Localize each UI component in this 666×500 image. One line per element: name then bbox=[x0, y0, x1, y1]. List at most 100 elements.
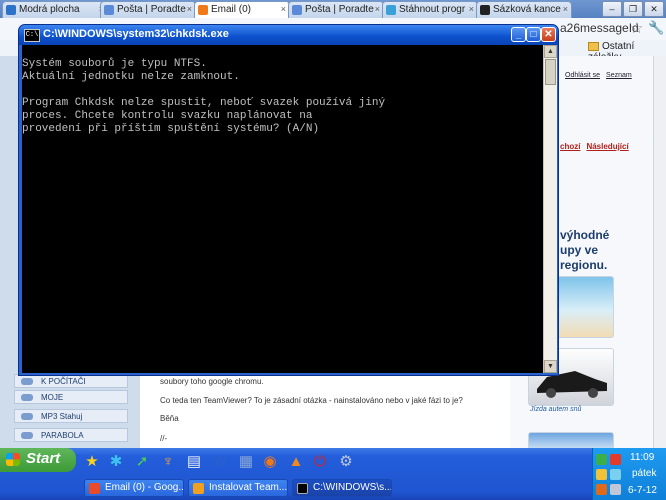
console-minimize-button[interactable]: _ bbox=[511, 27, 526, 42]
tab-sazkova[interactable]: Sázková kance × bbox=[476, 1, 572, 18]
message-line: //- bbox=[160, 434, 168, 443]
tab-label: Stáhnout progr bbox=[399, 4, 466, 15]
star-icon[interactable]: ★ bbox=[82, 452, 102, 472]
tray-speaker-icon[interactable] bbox=[596, 469, 607, 480]
winamp-icon[interactable]: ♆ bbox=[158, 452, 178, 472]
promo-line: regionu. bbox=[560, 258, 608, 272]
tab-close-icon[interactable]: × bbox=[375, 4, 380, 14]
gallery-icon[interactable]: ▦ bbox=[236, 452, 256, 472]
console-line: Aktuální jednotku nelze zamknout. bbox=[22, 71, 240, 83]
folder-icon bbox=[588, 41, 599, 51]
page-scrollbar[interactable] bbox=[653, 56, 666, 448]
nav-item-label: K POČÍTAČI bbox=[41, 377, 86, 386]
power-icon[interactable]: ⏻ bbox=[310, 452, 330, 472]
console-icon: C:\ bbox=[24, 29, 40, 42]
console-output[interactable]: Systém souborů je typu NTFS. Aktuální jed… bbox=[22, 45, 543, 373]
pinwheel-icon[interactable]: ✱ bbox=[106, 452, 126, 472]
nav-item-label: MP3 Stahuj bbox=[41, 412, 83, 421]
tab-close-icon[interactable]: × bbox=[563, 4, 568, 14]
nav-item-icon bbox=[21, 432, 33, 439]
console-window: C:\ C:\WINDOWS\system32\chkdsk.exe _ □ ✕… bbox=[18, 24, 559, 376]
console-line: proces. Chcete kontrolu svazku naplánova… bbox=[22, 110, 313, 122]
next-link[interactable]: Následující bbox=[586, 142, 628, 151]
promo-text: výhodné upy ve regionu. bbox=[560, 228, 609, 273]
tab-favicon-icon bbox=[480, 5, 490, 15]
tab-label: Sázková kance bbox=[493, 4, 561, 15]
clock-time[interactable]: 11:09 bbox=[630, 452, 654, 463]
console-taskbar-icon bbox=[297, 483, 308, 494]
nav-item-label: MOJE bbox=[41, 393, 64, 402]
taskbar-item-label: Instalovat Team... bbox=[209, 482, 288, 493]
console-line: Program Chkdsk nelze spustit, neboť svaz… bbox=[22, 97, 386, 109]
taskbar-item-console[interactable]: C:\WINDOWS\s... bbox=[292, 479, 392, 497]
scroll-up-icon[interactable]: ▲ bbox=[544, 45, 557, 58]
start-label: Start bbox=[26, 450, 61, 467]
nav-item-label: PARABOLA bbox=[41, 431, 84, 440]
tab-close-icon[interactable]: × bbox=[187, 4, 192, 14]
tray-shield-icon[interactable] bbox=[596, 454, 607, 465]
nav-item-icon bbox=[21, 378, 33, 385]
promo-line: upy ve bbox=[560, 243, 599, 257]
tab-posta-poradte-2[interactable]: Pošta | Poradte × bbox=[288, 1, 384, 18]
tab-favicon-icon bbox=[198, 5, 208, 15]
scroll-thumb[interactable] bbox=[545, 59, 556, 85]
browser-minimize-button[interactable]: – bbox=[602, 1, 622, 17]
vlc-icon[interactable]: ▲ bbox=[286, 452, 306, 472]
seznam-link[interactable]: Seznam bbox=[606, 72, 632, 79]
tray-alert-icon[interactable] bbox=[610, 454, 621, 465]
firefox-icon[interactable]: ◉ bbox=[260, 452, 280, 472]
tab-stahnout[interactable]: Stáhnout progr × bbox=[382, 1, 478, 18]
message-line: Co teda ten TeamViewer? To je zásadní ot… bbox=[160, 396, 463, 405]
tray-network-icon[interactable] bbox=[610, 469, 621, 480]
tab-modra-plocha[interactable]: Modrá plocha × bbox=[2, 1, 108, 18]
tab-favicon-icon bbox=[386, 5, 396, 15]
nav-item-mp3[interactable]: MP3 Stahuj bbox=[14, 409, 128, 423]
tray-antivirus-icon[interactable] bbox=[596, 484, 607, 495]
windows-logo-icon bbox=[6, 453, 20, 466]
notepad-icon[interactable]: ▤ bbox=[184, 452, 204, 472]
clock-date: 6-7-12 bbox=[628, 485, 657, 496]
promo-line: výhodné bbox=[560, 228, 610, 242]
previous-link[interactable]: chozí bbox=[560, 142, 580, 151]
browser-window-buttons: – ❐ ✕ bbox=[602, 1, 664, 17]
scroll-down-icon[interactable]: ▼ bbox=[544, 360, 557, 373]
nav-item-icon bbox=[21, 394, 33, 401]
tab-email[interactable]: Email (0) × bbox=[194, 1, 290, 18]
taskbar-item-label: C:\WINDOWS\s... bbox=[313, 482, 392, 493]
address-input[interactable]: a26messageId bbox=[560, 21, 639, 35]
word-icon[interactable]: W bbox=[210, 452, 230, 472]
message-line: soubory toho google chromu. bbox=[160, 377, 264, 386]
network-icon[interactable]: ⚙ bbox=[336, 452, 356, 472]
tab-label: Email (0) bbox=[211, 4, 252, 15]
taskbar-item-email[interactable]: Email (0) - Goog... bbox=[84, 479, 184, 497]
bookmark-star-icon[interactable]: ☆ bbox=[630, 19, 643, 37]
tab-favicon-icon bbox=[104, 5, 114, 15]
tab-close-icon[interactable]: × bbox=[469, 4, 474, 14]
nav-item-moje[interactable]: MOJE bbox=[14, 390, 128, 404]
nav-item-icon bbox=[21, 413, 33, 420]
header-links: Odhlásit se Seznam bbox=[565, 72, 638, 79]
browser-close-button[interactable]: ✕ bbox=[644, 1, 664, 17]
console-maximize-button[interactable]: □ bbox=[526, 27, 541, 42]
browser-restore-button[interactable]: ❐ bbox=[623, 1, 643, 17]
nav-item-k-pocitaci[interactable]: K POČÍTAČI bbox=[14, 374, 128, 388]
console-text: Systém souborů je typu NTFS. Aktuální jed… bbox=[22, 45, 385, 162]
console-scrollbar[interactable]: ▲ ▼ bbox=[543, 45, 557, 373]
tray-usb-icon[interactable] bbox=[610, 484, 621, 495]
green-arrow-icon[interactable]: ➚ bbox=[132, 452, 152, 472]
nav-item-parabola[interactable]: PARABOLA bbox=[14, 428, 128, 442]
start-button[interactable]: Start bbox=[0, 448, 76, 472]
message-line: Běňa bbox=[160, 414, 179, 423]
wrench-menu-icon[interactable]: 🔧 bbox=[648, 20, 664, 36]
tab-favicon-icon bbox=[292, 5, 302, 15]
console-title-bar[interactable]: C:\ C:\WINDOWS\system32\chkdsk.exe _ □ ✕ bbox=[19, 25, 558, 45]
tab-posta-poradte[interactable]: Pošta | Poradte × bbox=[100, 1, 196, 18]
tab-close-icon[interactable]: × bbox=[281, 4, 286, 14]
tab-label: Modrá plocha bbox=[19, 4, 80, 15]
logout-link[interactable]: Odhlásit se bbox=[565, 72, 600, 79]
taskbar-item-teamviewer[interactable]: Instalovat Team... bbox=[188, 479, 288, 497]
tab-label: Pošta | Poradte bbox=[117, 4, 186, 15]
console-close-button[interactable]: ✕ bbox=[541, 27, 556, 42]
installer-icon bbox=[193, 483, 204, 494]
